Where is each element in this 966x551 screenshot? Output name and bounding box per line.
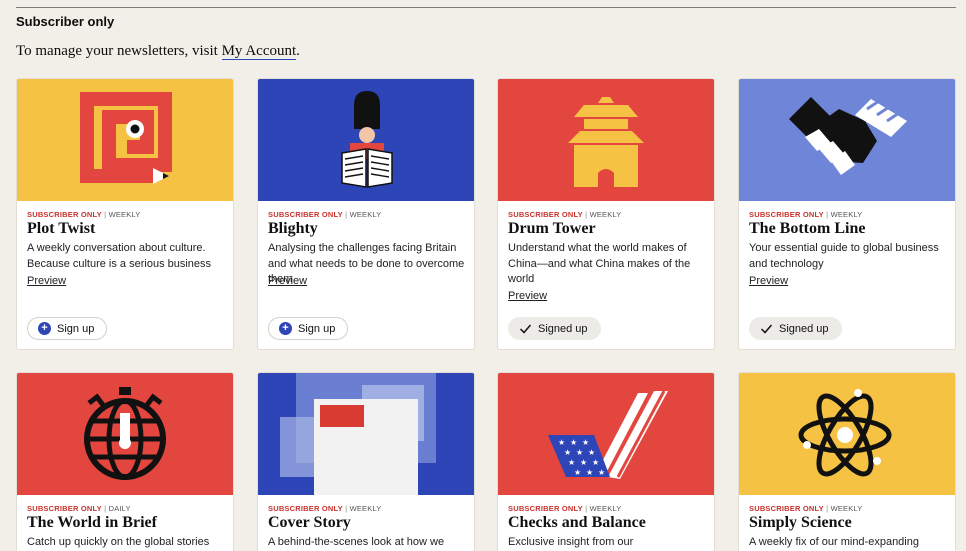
- subscriber-tag: SUBSCRIBER ONLY: [27, 210, 102, 219]
- card-meta: SUBSCRIBER ONLY | WEEKLY: [268, 210, 382, 219]
- card-description: Your essential guide to global business …: [749, 242, 939, 270]
- atom-icon: [798, 389, 892, 477]
- globe-stopwatch-icon: [84, 387, 166, 480]
- card-title: Plot Twist: [27, 220, 96, 237]
- signed-up-button[interactable]: Signed up: [749, 317, 842, 340]
- card-description: A weekly conversation about culture. Bec…: [27, 242, 212, 270]
- manage-suffix: .: [296, 43, 300, 59]
- newsletter-card-plot-twist: SUBSCRIBER ONLY | WEEKLY Plot Twist A we…: [16, 78, 234, 350]
- card-description: Catch up quickly on the global stories t…: [27, 536, 210, 548]
- card-art: [739, 79, 955, 201]
- newsletter-card-drum-tower: SUBSCRIBER ONLY | WEEKLY Drum Tower Unde…: [497, 78, 715, 350]
- svg-text:★: ★: [568, 458, 575, 467]
- preview-link[interactable]: Preview: [268, 275, 307, 287]
- subscriber-tag: SUBSCRIBER ONLY: [27, 504, 102, 513]
- frequency-label: WEEKLY: [830, 210, 863, 219]
- flag-checkmark-icon: ★ ★ ★ ★ ★ ★ ★ ★ ★ ★ ★ ★: [548, 390, 668, 479]
- svg-text:★: ★: [564, 448, 571, 457]
- frequency-label: WEEKLY: [108, 210, 141, 219]
- svg-text:★: ★: [582, 438, 589, 447]
- card-description: A weekly fix of our mind-expanding: [749, 536, 919, 548]
- subscriber-tag: SUBSCRIBER ONLY: [749, 504, 824, 513]
- svg-text:★: ★: [558, 438, 565, 447]
- frequency-label: WEEKLY: [589, 210, 622, 219]
- sign-up-button[interactable]: + Sign up: [27, 317, 108, 340]
- guardsman-newspaper-icon: [341, 91, 393, 188]
- top-divider: [16, 7, 956, 8]
- card-title: Checks and Balance: [508, 514, 646, 531]
- plus-icon: +: [279, 322, 292, 335]
- svg-text:★: ★: [580, 458, 587, 467]
- sign-up-label: Sign up: [57, 322, 95, 335]
- newsletter-card-cover-story: SUBSCRIBER ONLY | WEEKLY Cover Story A b…: [257, 372, 475, 551]
- subscriber-tag: SUBSCRIBER ONLY: [508, 504, 583, 513]
- card-description: A behind-the-scenes look at how we chose: [268, 536, 445, 548]
- card-art: [739, 373, 955, 495]
- handshake-icon: [789, 97, 907, 175]
- newsletter-card-the-world-in-brief: SUBSCRIBER ONLY | DAILY The World in Bri…: [16, 372, 234, 551]
- signed-up-label: Signed up: [538, 322, 588, 335]
- newsletter-card-the-bottom-line: SUBSCRIBER ONLY | WEEKLY The Bottom Line…: [738, 78, 956, 350]
- card-art: [17, 79, 233, 201]
- svg-text:★: ★: [588, 448, 595, 457]
- card-art: [258, 79, 474, 201]
- subscriber-tag: SUBSCRIBER ONLY: [268, 210, 343, 219]
- card-meta: SUBSCRIBER ONLY | WEEKLY: [749, 210, 863, 219]
- frequency-label: WEEKLY: [349, 210, 382, 219]
- checkmark-icon: [760, 324, 773, 334]
- card-art: [258, 373, 474, 495]
- manage-prefix: To manage your newsletters, visit: [16, 43, 222, 59]
- card-title: The World in Brief: [27, 514, 157, 531]
- preview-link[interactable]: Preview: [27, 275, 66, 287]
- checkmark-icon: [519, 324, 532, 334]
- cover-pages-icon: [280, 373, 436, 495]
- subscriber-tag: SUBSCRIBER ONLY: [268, 504, 343, 513]
- frequency-label: WEEKLY: [830, 504, 863, 513]
- newsletter-card-blighty: SUBSCRIBER ONLY | WEEKLY Blighty Analysi…: [257, 78, 475, 350]
- pagoda-icon: [568, 97, 644, 187]
- svg-text:★: ★: [598, 468, 605, 477]
- card-title: Cover Story: [268, 514, 351, 531]
- svg-text:★: ★: [592, 458, 599, 467]
- card-meta: SUBSCRIBER ONLY | WEEKLY: [749, 504, 863, 513]
- subscriber-tag: SUBSCRIBER ONLY: [749, 210, 824, 219]
- section-title: Subscriber only: [16, 14, 115, 29]
- svg-text:★: ★: [586, 468, 593, 477]
- card-title: Blighty: [268, 220, 318, 237]
- sign-up-button[interactable]: + Sign up: [268, 317, 349, 340]
- newsletter-card-checks-and-balance: ★ ★ ★ ★ ★ ★ ★ ★ ★ ★ ★ ★ SUBSCRIBER ONLY | WEEKLY…: [497, 372, 715, 551]
- svg-text:★: ★: [570, 438, 577, 447]
- newsletter-card-simply-science: SUBSCRIBER ONLY | WEEKLY Simply Science …: [738, 372, 956, 551]
- signed-up-button[interactable]: Signed up: [508, 317, 601, 340]
- card-title: The Bottom Line: [749, 220, 866, 237]
- svg-text:★: ★: [576, 448, 583, 457]
- card-meta: SUBSCRIBER ONLY | WEEKLY: [508, 504, 622, 513]
- card-art: [498, 79, 714, 201]
- svg-text:★: ★: [574, 468, 581, 477]
- manage-newsletters-text: To manage your newsletters, visit My Acc…: [16, 43, 300, 60]
- card-title: Simply Science: [749, 514, 852, 531]
- card-description: Understand what the world makes of China…: [508, 242, 691, 285]
- my-account-link[interactable]: My Account: [221, 43, 297, 60]
- preview-link[interactable]: Preview: [749, 275, 788, 287]
- card-meta: SUBSCRIBER ONLY | DAILY: [27, 504, 131, 513]
- card-art: [17, 373, 233, 495]
- frequency-label: WEEKLY: [589, 504, 622, 513]
- preview-link[interactable]: Preview: [508, 290, 547, 302]
- card-meta: SUBSCRIBER ONLY | WEEKLY: [508, 210, 622, 219]
- card-art: ★ ★ ★ ★ ★ ★ ★ ★ ★ ★ ★ ★: [498, 373, 714, 495]
- plus-icon: +: [38, 322, 51, 335]
- signed-up-label: Signed up: [779, 322, 829, 335]
- spiral-pencil-icon: [80, 92, 172, 184]
- subscriber-tag: SUBSCRIBER ONLY: [508, 210, 583, 219]
- frequency-label: DAILY: [108, 504, 131, 513]
- sign-up-label: Sign up: [298, 322, 336, 335]
- card-meta: SUBSCRIBER ONLY | WEEKLY: [268, 504, 382, 513]
- card-title: Drum Tower: [508, 220, 596, 237]
- card-description: Exclusive insight from our correspondent…: [508, 536, 634, 548]
- card-meta: SUBSCRIBER ONLY | WEEKLY: [27, 210, 141, 219]
- frequency-label: WEEKLY: [349, 504, 382, 513]
